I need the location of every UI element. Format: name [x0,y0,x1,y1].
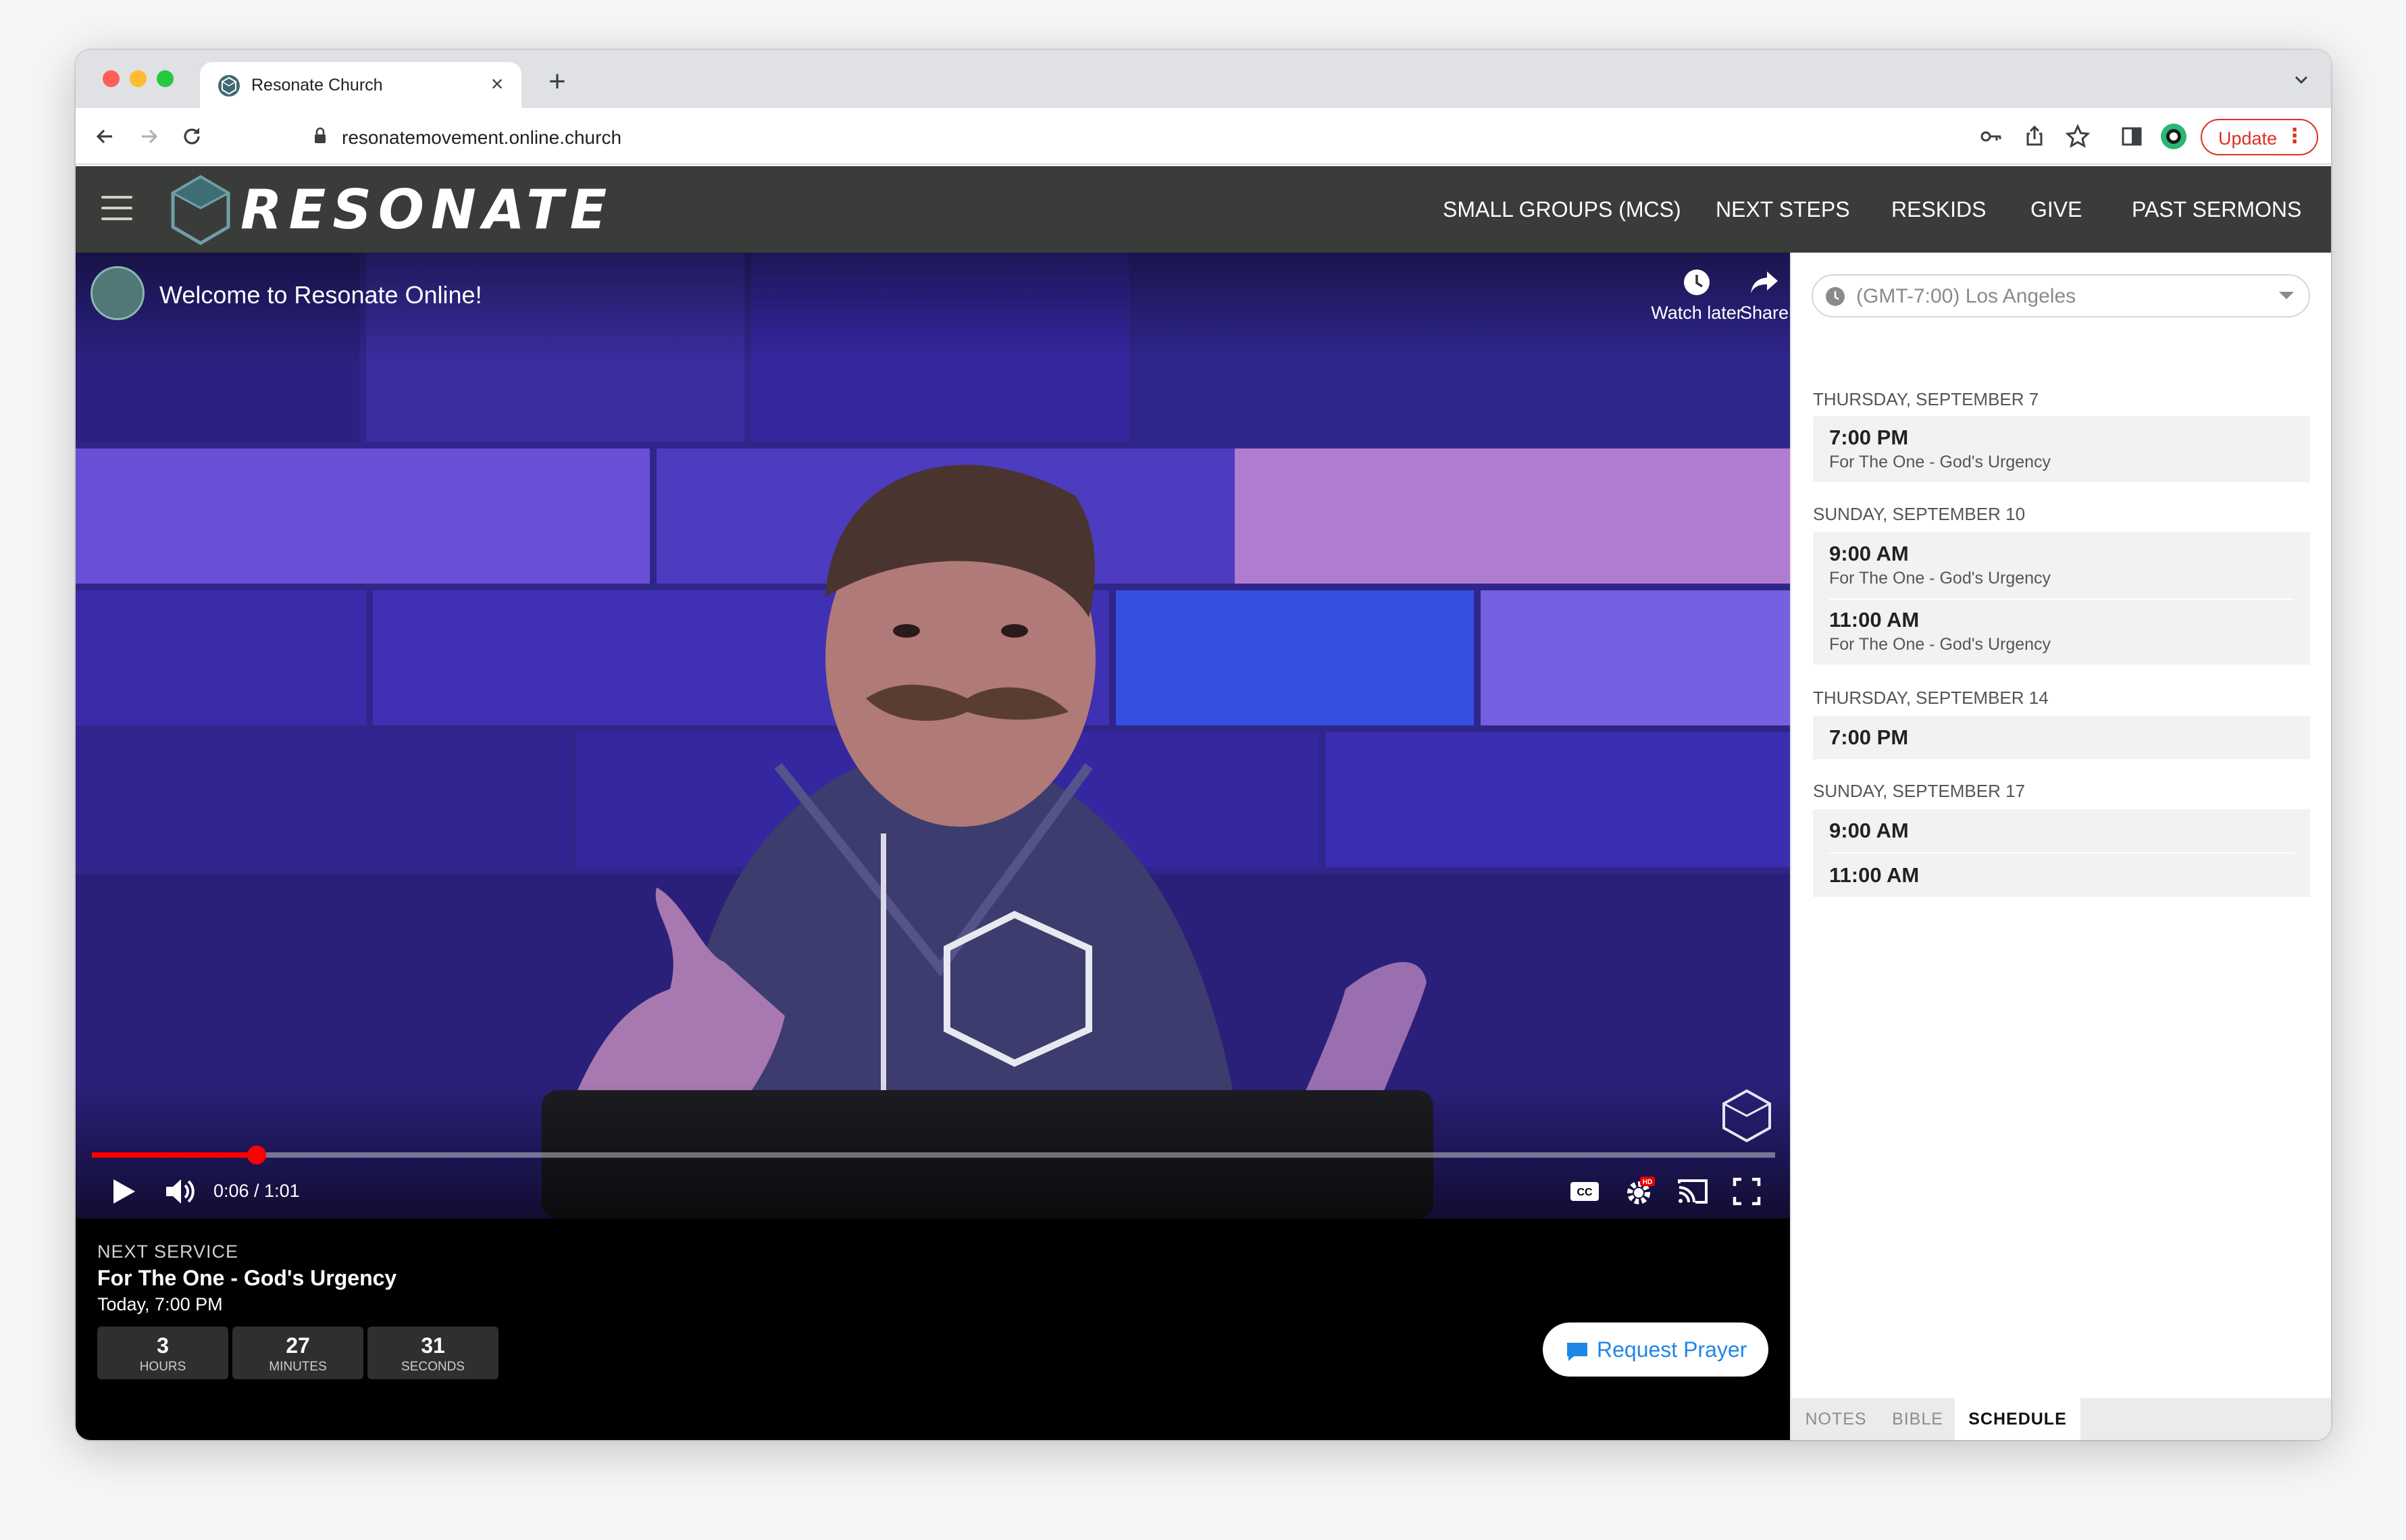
browser-toolbar: resonatemovement.online.church Update ⋮ [76,108,2331,165]
close-window-button[interactable] [103,70,120,87]
day-slots: 9:00 AM 11:00 AM [1813,809,2310,897]
schedule-slot[interactable]: 7:00 PM For The One - God's Urgency [1829,426,2051,472]
nav-reskids[interactable]: RESKIDS [1891,197,1986,222]
side-panel-icon[interactable] [2116,120,2148,153]
url-text: resonatemovement.online.church [342,127,622,148]
settings-gear-icon[interactable]: HD [1621,1174,1656,1209]
timezone-select[interactable]: (GMT-7:00) Los Angeles [1812,274,2310,317]
tab-search-chevron-icon[interactable] [2286,65,2316,95]
video-player[interactable]: Welcome to Resonate Online! Watch later … [76,253,1790,1218]
share-page-icon[interactable] [2018,120,2051,153]
tab-bible[interactable]: BIBLE [1880,1398,1955,1440]
resonate-favicon-icon [218,75,240,97]
request-prayer-button[interactable]: Request Prayer [1543,1323,1768,1377]
fullscreen-icon[interactable] [1729,1174,1764,1209]
speaker-image [542,465,1433,1218]
request-prayer-label: Request Prayer [1597,1337,1747,1362]
chat-bubble-icon [1567,1343,1587,1361]
clock-icon [1826,287,1845,306]
day-label: THURSDAY, SEPTEMBER 14 [1813,688,2049,708]
hamburger-menu-icon[interactable] [101,196,132,222]
countdown-minutes: 27 MINUTES [232,1327,363,1379]
next-service-time: Today, 7:00 PM [97,1294,223,1314]
extension-icon[interactable] [2157,120,2190,153]
maximize-window-button[interactable] [157,70,174,87]
watch-later-button[interactable]: Watch later [1643,267,1751,324]
cast-icon[interactable] [1675,1174,1710,1209]
next-service-bar: NEXT SERVICE For The One - God's Urgency… [76,1218,1790,1440]
nav-give[interactable]: GIVE [2030,197,2082,222]
site-header: RESONATE SMALL GROUPS (MCS) NEXT STEPS R… [76,166,2331,253]
new-tab-button[interactable]: + [540,65,574,99]
browser-tab[interactable]: Resonate Church × [200,62,521,108]
schedule-sidebar: (GMT-7:00) Los Angeles THURSDAY, SEPTEMB… [1790,253,2331,1440]
update-label: Update [2218,128,2278,149]
tab-close-icon[interactable]: × [484,70,511,97]
nav-past-sermons[interactable]: PAST SERMONS [2132,197,2301,222]
resonate-logo-icon[interactable] [163,173,238,247]
nav-small-groups[interactable]: SMALL GROUPS (MCS) [1443,197,1681,222]
forward-arrow-icon[interactable] [132,120,165,153]
tab-notes[interactable]: NOTES [1791,1398,1880,1440]
share-button[interactable]: Share [1737,267,1790,324]
countdown-hours: 3 HOURS [97,1327,228,1379]
browser-window: Resonate Church × + resonatemovement.onl… [76,50,2331,1440]
progress-played [92,1152,257,1158]
update-button[interactable]: Update ⋮ [2201,119,2318,155]
logo-wordmark[interactable]: RESONATE [240,178,613,241]
day-slots: 7:00 PM [1813,716,2310,759]
share-arrow-icon [1751,272,1778,293]
day-slots: 9:00 AM For The One - God's Urgency 11:0… [1813,532,2310,665]
clock-icon [1684,270,1710,295]
schedule-slot[interactable]: 11:00 AM [1829,863,1919,888]
next-service-title: For The One - God's Urgency [97,1266,397,1290]
tab-title: Resonate Church [251,76,383,95]
channel-avatar[interactable] [91,266,145,320]
reload-icon[interactable] [176,120,208,153]
sidebar-tabs: NOTES BIBLE SCHEDULE [1791,1398,2331,1440]
tab-strip: Resonate Church × + [76,50,2331,108]
lock-icon[interactable] [313,127,327,145]
schedule-slot[interactable]: 11:00 AM For The One - God's Urgency [1829,608,2051,654]
back-arrow-icon[interactable] [89,120,122,153]
play-icon[interactable] [105,1174,140,1209]
next-service-label: NEXT SERVICE [97,1241,239,1262]
day-label: SUNDAY, SEPTEMBER 10 [1813,504,2026,524]
schedule-slot[interactable]: 7:00 PM [1829,725,1908,750]
video-time: 0:06 / 1:01 [213,1181,300,1201]
schedule-slot[interactable]: 9:00 AM For The One - God's Urgency [1829,542,2051,588]
video-bottom-shade [76,1083,1790,1218]
address-bar[interactable]: resonatemovement.online.church [223,116,2047,157]
watch-later-label: Watch later [1651,303,1743,323]
day-label: SUNDAY, SEPTEMBER 17 [1813,781,2026,801]
slot-divider [1829,598,2294,600]
captions-icon[interactable]: CC [1567,1174,1602,1209]
day-label: THURSDAY, SEPTEMBER 7 [1813,389,2039,409]
svg-text:CC: CC [1577,1187,1593,1198]
tab-schedule[interactable]: SCHEDULE [1955,1398,2080,1440]
countdown-seconds: 31 SECONDS [367,1327,498,1379]
bookmark-star-icon[interactable] [2062,120,2094,153]
timezone-value: (GMT-7:00) Los Angeles [1856,285,2076,307]
video-title[interactable]: Welcome to Resonate Online! [159,281,482,309]
day-slots: 7:00 PM For The One - God's Urgency [1813,416,2310,482]
progress-scrubber[interactable] [247,1146,267,1164]
dropdown-caret-icon [2279,292,2294,299]
schedule-slot[interactable]: 9:00 AM [1829,819,1909,843]
resonate-watermark-icon [1722,1089,1771,1143]
nav-next-steps[interactable]: NEXT STEPS [1716,197,1850,222]
video-progress-bar[interactable] [92,1146,1775,1164]
chrome-menu-icon[interactable]: ⋮ [2284,124,2305,148]
key-icon[interactable] [1975,120,2007,153]
volume-icon[interactable] [162,1174,197,1209]
share-label: Share [1739,303,1789,323]
minimize-window-button[interactable] [130,70,147,87]
slot-divider [1829,852,2294,854]
svg-text:HD: HD [1643,1179,1652,1186]
